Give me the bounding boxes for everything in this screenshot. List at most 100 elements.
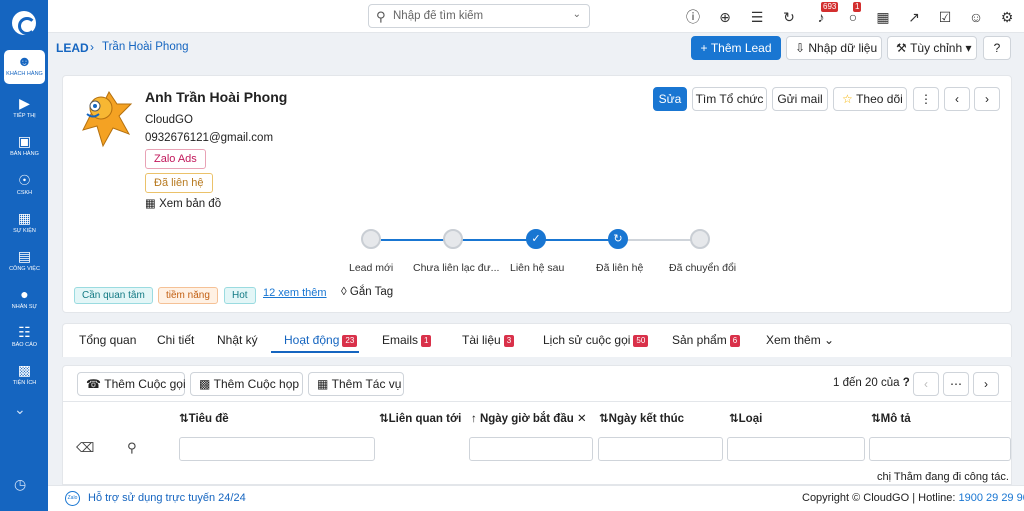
find-organization-button[interactable]: Tìm Tổ chức [692,87,767,111]
add-task-button[interactable]: ▦ Thêm Tác vụ [308,372,404,396]
customize-button[interactable]: ⚒ Tùy chỉnh ▾ [887,36,977,60]
chevron-right-icon: › [984,377,988,391]
plus-icon: + [700,41,711,55]
next-page-button[interactable]: › [973,372,999,396]
send-mail-button[interactable]: Gửi mail [772,87,828,111]
pipeline-step-contacted[interactable]: ↻ [608,229,628,249]
tab-count-badge: 3 [503,335,515,347]
column-header-related[interactable]: ⇅Liên quan tới [379,411,461,425]
pipeline-step-new[interactable] [361,229,381,249]
tab-emails[interactable]: Emails 1 [382,333,432,347]
tab-products[interactable]: Sản phẩm 6 [672,333,741,347]
total-count-unknown[interactable]: ? [903,377,910,389]
add-circle-icon[interactable]: ⊕ [715,7,735,27]
lead-email[interactable]: 0932676121@gmail.com [145,132,273,144]
breadcrumb-root[interactable]: LEAD [56,41,89,55]
filter-start-date-input[interactable] [469,437,593,461]
search-icon[interactable]: ⚲ [127,440,137,456]
search-input[interactable] [393,8,563,24]
column-header-type[interactable]: ⇅Loại [729,411,762,425]
help-button[interactable]: ? [983,36,1011,60]
sort-ascending-icon: ↑ [471,413,480,425]
calendar-icon[interactable]: ▦ [873,7,893,27]
calendar-icon: ▦ [17,210,32,226]
prev-page-button[interactable]: ‹ [913,372,939,396]
add-lead-button[interactable]: + Thêm Lead [691,36,781,60]
add-tag-button[interactable]: ◊ Gắn Tag [341,286,393,298]
top-bar: ⚲ ⌄ ⓘ ⊕ ☰ ↻ ♪693 ○1 ▦ ↗ ☑ ☺ ⚙ [48,0,1024,33]
filter-end-date-input[interactable] [598,437,723,461]
tab-documents[interactable]: Tài liệu 3 [462,333,515,347]
pipeline-step-converted[interactable] [690,229,710,249]
chevron-left-icon: ‹ [924,377,928,391]
sidebar-item-staff[interactable]: ● Nhân sự [4,283,45,317]
tag-chip[interactable]: Cần quan tâm [74,287,153,304]
tab-call-history[interactable]: Lịch sử cuộc gọi 50 [543,333,649,347]
tab-log[interactable]: Nhật ký [217,333,258,347]
list-icon[interactable]: ☰ [747,7,767,27]
global-search[interactable]: ⚲ ⌄ [368,4,590,28]
hotline-number[interactable]: 1900 29 29 90 [959,492,1024,504]
filter-title-input[interactable] [179,437,375,461]
zalo-icon[interactable]: Zalo [65,491,80,506]
eraser-icon[interactable]: ⌫ [76,440,94,456]
page-options-button[interactable]: ⋯ [943,372,969,396]
pipeline-step-not-contacted[interactable] [443,229,463,249]
search-icon: ⚲ [376,9,386,24]
edit-button[interactable]: Sửa [653,87,687,111]
column-header-description[interactable]: ⇅Mô tả [871,411,911,425]
tab-more[interactable]: Xem thêm ⌄ [766,333,834,347]
sidebar-item-tasks[interactable]: ▤ Công việc [4,245,45,279]
refresh-icon[interactable]: ↻ [779,7,799,27]
user-icon[interactable]: ☺ [966,7,986,27]
tab-count-badge: 50 [633,335,649,347]
checkbox-icon[interactable]: ☑ [935,7,955,27]
support-link[interactable]: Hỗ trợ sử dụng trực tuyến 24/24 [88,492,246,504]
column-header-end-date[interactable]: ⇅Ngày kết thúc [599,411,684,425]
more-tags-link[interactable]: 12 xem thêm [263,287,327,299]
status-tag: Đã liên hệ [145,173,213,193]
history-icon[interactable]: ◷ [14,476,26,493]
sidebar-item-reports[interactable]: ☷ Báo cáo [4,321,45,355]
column-header-title[interactable]: ⇅Tiêu đề [179,411,229,425]
more-actions-button[interactable]: ⋮ [913,87,939,111]
tab-details[interactable]: Chi tiết [157,333,194,347]
add-meeting-button[interactable]: ▩ Thêm Cuộc họp [190,372,303,396]
sidebar-item-marketing[interactable]: ▶ Tiếp thị [4,92,45,126]
filter-description-input[interactable] [869,437,1011,461]
import-button[interactable]: ⇩ Nhập dữ liệu [786,36,882,60]
tab-activities[interactable]: Hoạt động 23 [284,333,358,347]
clear-sort-icon[interactable]: ✕ [574,413,587,425]
pipeline-step-contact-later[interactable]: ✓ [526,229,546,249]
sidebar: ☻ Khách hàng ▶ Tiếp thị ▣ Bán hàng ☉ CSK… [0,0,48,511]
chat-icon[interactable]: ○ 1 [843,2,863,27]
sidebar-item-customers[interactable]: ☻ Khách hàng [4,50,45,84]
sidebar-item-sales[interactable]: ▣ Bán hàng [4,130,45,164]
active-tab-indicator [271,351,359,353]
sidebar-item-events[interactable]: ▦ Sự kiện [4,207,45,241]
lead-company[interactable]: CloudGO [145,114,193,126]
add-call-button[interactable]: ☎ Thêm Cuộc gọi [77,372,186,396]
divider [63,401,1011,402]
cloudgo-logo[interactable] [12,11,36,35]
bell-icon[interactable]: ♪ 693 [811,2,839,27]
gear-icon[interactable]: ⚙ [997,7,1017,27]
next-record-button[interactable]: › [974,87,1000,111]
sidebar-item-cskh[interactable]: ☉ CSKH [4,169,45,203]
line-chart-icon[interactable]: ↗ [904,7,924,27]
expand-menu-icon[interactable]: ⌄ [14,401,26,418]
column-header-start-date[interactable]: ↑ Ngày giờ bắt đầu ✕ [471,411,587,425]
view-map-link[interactable]: ▦ Xem bản đồ [145,196,221,210]
filter-type-input[interactable] [727,437,865,461]
chevron-down-icon[interactable]: ⌄ [573,9,581,20]
pipeline-label: Liên hệ sau [510,262,565,274]
tag-chip[interactable]: Hot [224,287,256,304]
breadcrumb-current: Trần Hoài Phong [102,41,189,53]
tag-chip[interactable]: tiềm năng [158,287,218,304]
follow-button[interactable]: ☆ Theo dõi [833,87,907,111]
previous-record-button[interactable]: ‹ [944,87,970,111]
sidebar-item-utilities[interactable]: ▩ Tiện ích [4,359,45,393]
tab-overview[interactable]: Tổng quan [79,333,136,347]
alert-icon[interactable]: ⓘ [683,7,703,27]
chevron-down-icon: ⌄ [820,333,835,347]
